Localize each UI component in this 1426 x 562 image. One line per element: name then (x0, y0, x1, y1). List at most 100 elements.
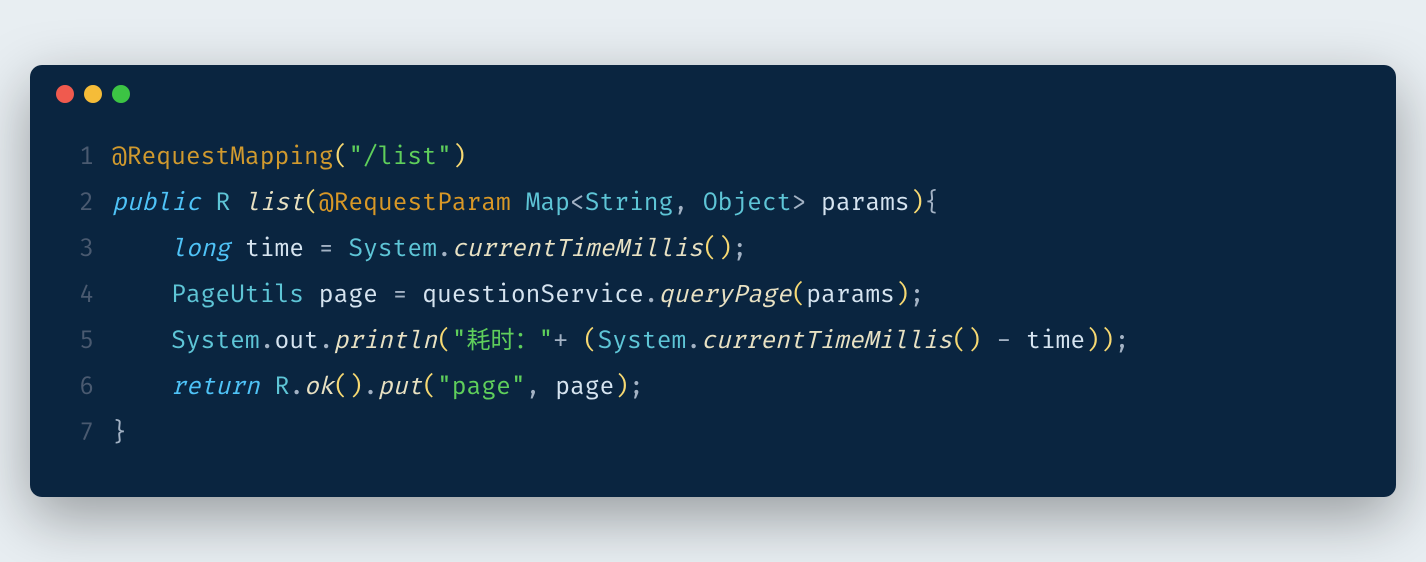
token: "耗时：" (452, 327, 554, 356)
token (1011, 327, 1026, 356)
token: , (673, 189, 703, 218)
token (304, 281, 319, 310)
line-content: long time = System.currentTimeMillis(); (112, 227, 747, 273)
token: ( (422, 373, 437, 402)
code-line: 6 return R.ok().put("page", page); (66, 365, 1360, 411)
line-number: 1 (66, 135, 94, 181)
line-content: @RequestMapping("/list") (112, 135, 467, 181)
token: @RequestParam (319, 189, 511, 218)
token: ) (614, 373, 629, 402)
token (201, 189, 216, 218)
token: () (703, 235, 733, 264)
token: < (570, 189, 585, 218)
token: . (319, 327, 334, 356)
token: "/list" (348, 143, 451, 172)
line-content: public R list(@RequestParam Map<String, … (112, 181, 939, 227)
token: "page" (437, 373, 526, 402)
token: ( (583, 327, 598, 356)
token: ( (437, 327, 452, 356)
token: > (792, 189, 822, 218)
token: return (171, 373, 260, 402)
code-line: 7} (66, 411, 1360, 457)
token: public (112, 189, 201, 218)
token: - (996, 327, 1011, 356)
token: list (245, 189, 304, 218)
token (230, 235, 245, 264)
token (112, 235, 171, 264)
token: ) (895, 281, 910, 310)
token: ; (732, 235, 747, 264)
token: System (598, 327, 687, 356)
code-line: 5 System.out.println("耗时："+ (System.curr… (66, 319, 1360, 365)
token: ( (334, 143, 349, 172)
token (378, 281, 393, 310)
token: = (393, 281, 408, 310)
token: Object (703, 189, 792, 218)
window-titlebar (30, 65, 1396, 113)
token: ; (629, 373, 644, 402)
token: long (171, 235, 230, 264)
token: time (1026, 327, 1085, 356)
line-number: 3 (66, 227, 94, 273)
token: = (319, 235, 334, 264)
token: } (112, 419, 127, 448)
token (511, 189, 526, 218)
close-icon[interactable] (56, 85, 74, 103)
token: )) (1085, 327, 1115, 356)
token: time (245, 235, 304, 264)
token: () (334, 373, 364, 402)
token: String (585, 189, 674, 218)
token: ( (304, 189, 319, 218)
line-number: 7 (66, 411, 94, 457)
line-number: 2 (66, 181, 94, 227)
token: PageUtils (171, 281, 304, 310)
token: ; (910, 281, 925, 310)
line-content: PageUtils page = questionService.queryPa… (112, 273, 924, 319)
token: . (289, 373, 304, 402)
token: @RequestMapping (112, 143, 334, 172)
code-line: 1 @RequestMapping("/list") (66, 135, 1360, 181)
token: . (437, 235, 452, 264)
token: Map (526, 189, 570, 218)
token: queryPage (659, 281, 792, 310)
token (230, 189, 245, 218)
maximize-icon[interactable] (112, 85, 130, 103)
token: . (644, 281, 659, 310)
code-line: 4 PageUtils page = questionService.query… (66, 273, 1360, 319)
token: R (274, 373, 289, 402)
token: params (806, 281, 895, 310)
token (112, 373, 171, 402)
token: System (171, 327, 260, 356)
token (334, 235, 349, 264)
token: page (555, 373, 614, 402)
token: System (348, 235, 437, 264)
code-line: 2 public R list(@RequestParam Map<String,… (66, 181, 1360, 227)
minimize-icon[interactable] (84, 85, 102, 103)
token: questionService (422, 281, 644, 310)
token (112, 281, 171, 310)
token: println (334, 327, 437, 356)
token: . (260, 327, 275, 356)
token (112, 327, 171, 356)
token (568, 327, 583, 356)
line-number: 5 (66, 319, 94, 365)
token: R (215, 189, 230, 218)
token: page (319, 281, 378, 310)
line-content: } (112, 411, 127, 457)
token: ) (910, 189, 925, 218)
token: . (363, 373, 378, 402)
token: ( (791, 281, 806, 310)
line-content: System.out.println("耗时："+ (System.curren… (112, 319, 1129, 365)
token: ok (304, 373, 334, 402)
token: . (686, 327, 701, 356)
line-content: return R.ok().put("page", page); (112, 365, 644, 411)
token (260, 373, 275, 402)
token (982, 327, 997, 356)
token (304, 235, 319, 264)
code-line: 3 long time = System.currentTimeMillis()… (66, 227, 1360, 273)
token (407, 281, 422, 310)
token: ; (1115, 327, 1130, 356)
line-number: 4 (66, 273, 94, 319)
code-window: 1@RequestMapping("/list")2public R list(… (30, 65, 1396, 498)
token: currentTimeMillis (452, 235, 703, 264)
